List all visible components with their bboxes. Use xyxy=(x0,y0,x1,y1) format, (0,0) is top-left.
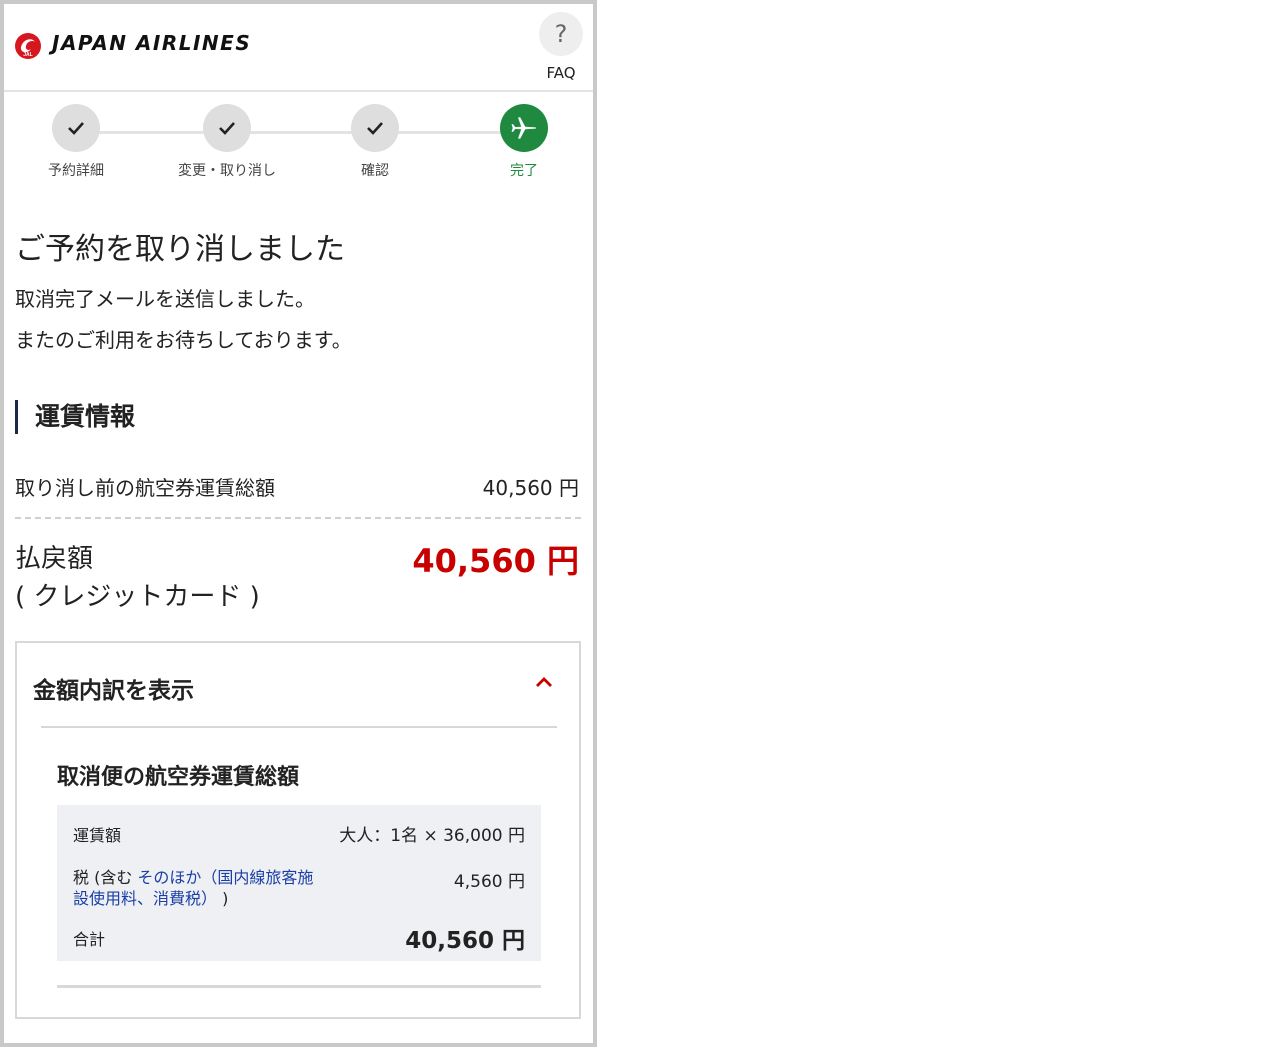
header: JAL JAPAN AIRLINES ? FAQ xyxy=(4,4,593,92)
cancelled-fare-total-heading: 取消便の航空券運賃総額 xyxy=(57,765,300,790)
page-frame: JAL JAPAN AIRLINES ? FAQ 予約詳細 変更・取り消し 確認 xyxy=(0,0,597,1047)
fare-amount-label: 運賃額 xyxy=(73,826,122,845)
breakdown-toggle-label: 金額内訳を表示 xyxy=(33,678,194,704)
faq-button[interactable]: ? FAQ xyxy=(538,12,584,82)
tax-label: 税 (含む そのほか（国内線旅客施 設使用料、消費税） ) xyxy=(73,867,353,909)
tax-label-suffix: ) xyxy=(217,889,229,908)
page-title: ご予約を取り消しました xyxy=(15,232,345,267)
progress-track xyxy=(78,131,528,134)
thanks-message: またのご利用をお待ちしております。 xyxy=(15,328,352,352)
check-icon xyxy=(52,104,100,152)
jal-crane-logo-icon: JAL xyxy=(15,33,41,59)
cancel-email-message: 取消完了メールを送信しました。 xyxy=(15,287,315,311)
step-booking-details: 予約詳細 xyxy=(16,104,136,180)
question-icon: ? xyxy=(539,12,583,56)
step-label: 予約詳細 xyxy=(48,163,104,179)
dashed-divider xyxy=(15,517,581,519)
breakdown-bottom-divider xyxy=(57,985,541,988)
check-icon xyxy=(351,104,399,152)
tax-value: 4,560 円 xyxy=(453,872,525,892)
check-icon xyxy=(203,104,251,152)
step-label: 変更・取り消し xyxy=(178,163,276,179)
fare-info-heading: 運賃情報 xyxy=(15,400,135,434)
step-confirm: 確認 xyxy=(315,104,435,180)
accordion-divider xyxy=(41,726,557,728)
progress-steps: 予約詳細 変更・取り消し 確認 完了 xyxy=(4,104,593,194)
logo-mark-text: JAL xyxy=(23,52,32,58)
refund-label: 払戻額 ( クレジットカード ) xyxy=(15,540,260,616)
pre-cancel-fare-value: 40,560 円 xyxy=(482,476,579,500)
pre-cancel-fare-label: 取り消し前の航空券運賃総額 xyxy=(15,476,275,500)
breakdown-table: 運賃額 大人：1名 × 36,000 円 税 (含む そのほか（国内線旅客施 設使… xyxy=(57,805,541,961)
fare-amount-value: 大人：1名 × 36,000 円 xyxy=(339,826,525,846)
refund-amount: 40,560 円 xyxy=(412,542,579,580)
refund-label-line1: 払戻額 xyxy=(15,544,94,574)
total-label: 合計 xyxy=(73,930,106,949)
step-label: 確認 xyxy=(361,163,389,179)
breakdown-accordion: 金額内訳を表示 取消便の航空券運賃総額 運賃額 大人：1名 × 36,000 円… xyxy=(15,641,581,1019)
brand-name: JAPAN AIRLINES xyxy=(52,31,252,55)
airplane-icon xyxy=(500,104,548,152)
chevron-up-icon xyxy=(536,677,552,687)
step-change-cancel: 変更・取り消し xyxy=(167,104,287,180)
step-label: 完了 xyxy=(510,163,538,179)
faq-label: FAQ xyxy=(546,64,576,82)
total-value: 40,560 円 xyxy=(405,928,525,954)
step-complete: 完了 xyxy=(464,104,584,180)
tax-label-prefix: 税 (含む xyxy=(73,868,138,887)
breakdown-toggle[interactable]: 金額内訳を表示 xyxy=(17,643,579,725)
refund-method: ( クレジットカード ) xyxy=(15,582,260,612)
